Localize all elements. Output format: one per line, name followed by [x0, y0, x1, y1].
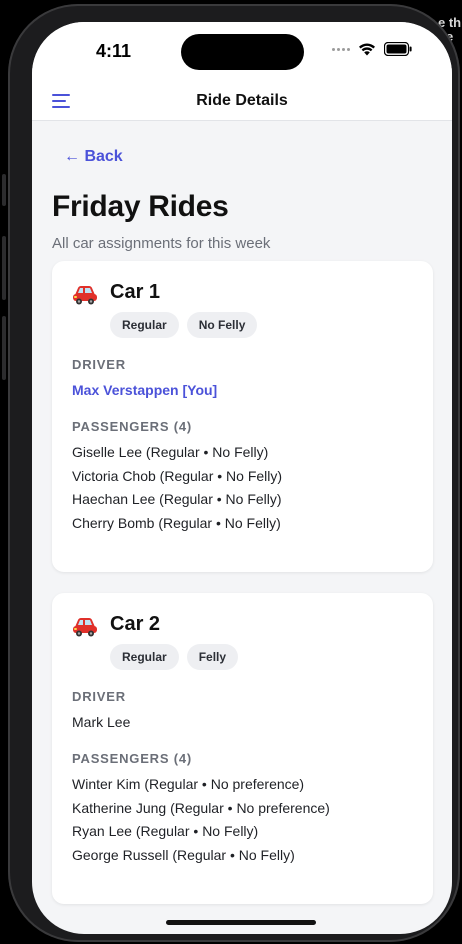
list-item: Haechan Lee (Regular • No Felly): [72, 491, 282, 507]
battery-icon: [384, 42, 412, 56]
side-button-action: [2, 174, 6, 206]
home-indicator[interactable]: [166, 920, 316, 925]
nav-title: Ride Details: [196, 92, 288, 109]
side-button-volume-down: [2, 316, 6, 380]
list-item: Katherine Jung (Regular • No preference): [72, 799, 330, 816]
wifi-icon: [359, 43, 375, 56]
car-card-2: Car 2 Regular Felly DRIVER Mark Lee PASS…: [52, 593, 433, 904]
passenger-list: Winter Kim (Regular • No preference) Kat…: [72, 773, 330, 867]
tag-felly-preference: No Felly: [186, 312, 258, 338]
car-tags: Regular No Felly: [110, 312, 258, 338]
side-button-volume-up: [2, 236, 6, 300]
list-item: Giselle Lee (Regular • No Felly): [72, 444, 269, 460]
passengers-label: PASSENGERS (4): [72, 751, 193, 766]
status-bar: 4:11: [32, 22, 452, 82]
list-item: Victoria Chob (Regular • No Felly): [72, 467, 283, 484]
back-link[interactable]: ← Back: [64, 148, 123, 166]
passengers-label: PASSENGERS (4): [72, 419, 193, 434]
list-item: Winter Kim (Regular • No preference): [72, 776, 305, 792]
phone-frame: 4:11 Ride Details ← Back Friday Rides Al…: [2, 4, 460, 942]
list-item: Ryan Lee (Regular • No Felly): [72, 823, 259, 839]
dynamic-island: [181, 34, 304, 70]
driver-name: Mark Lee: [72, 714, 131, 730]
driver-label: DRIVER: [72, 357, 126, 372]
page-subtitle: All car assignments for this week: [52, 235, 271, 252]
cellular-signal-icon: [332, 47, 350, 51]
driver-label: DRIVER: [72, 689, 126, 704]
nav-bar: Ride Details: [32, 82, 452, 121]
passenger-list: Giselle Lee (Regular • No Felly) Victori…: [72, 441, 282, 535]
status-icons: [332, 42, 412, 56]
car-card-1: Car 1 Regular No Felly DRIVER Max Versta…: [52, 261, 433, 572]
list-item: Cherry Bomb (Regular • No Felly): [72, 514, 281, 531]
driver-name: Max Verstappen [You]: [72, 382, 218, 398]
stage: e th pe 4:11: [0, 0, 462, 944]
list-item: George Russell (Regular • No Felly): [72, 846, 295, 863]
tag-felly-preference: Felly: [186, 644, 239, 670]
car-tags: Regular Felly: [110, 644, 239, 670]
tag-ride-type: Regular: [110, 644, 179, 670]
car-icon: [73, 286, 97, 305]
status-time: 4:11: [96, 41, 132, 61]
car-icon: [73, 618, 97, 637]
car-name: Car 2: [110, 613, 161, 635]
tag-ride-type: Regular: [110, 312, 179, 338]
screen: 4:11 Ride Details ← Back Friday Rides Al…: [32, 22, 452, 934]
car-name: Car 1: [110, 281, 161, 303]
page-title: Friday Rides: [52, 190, 229, 223]
